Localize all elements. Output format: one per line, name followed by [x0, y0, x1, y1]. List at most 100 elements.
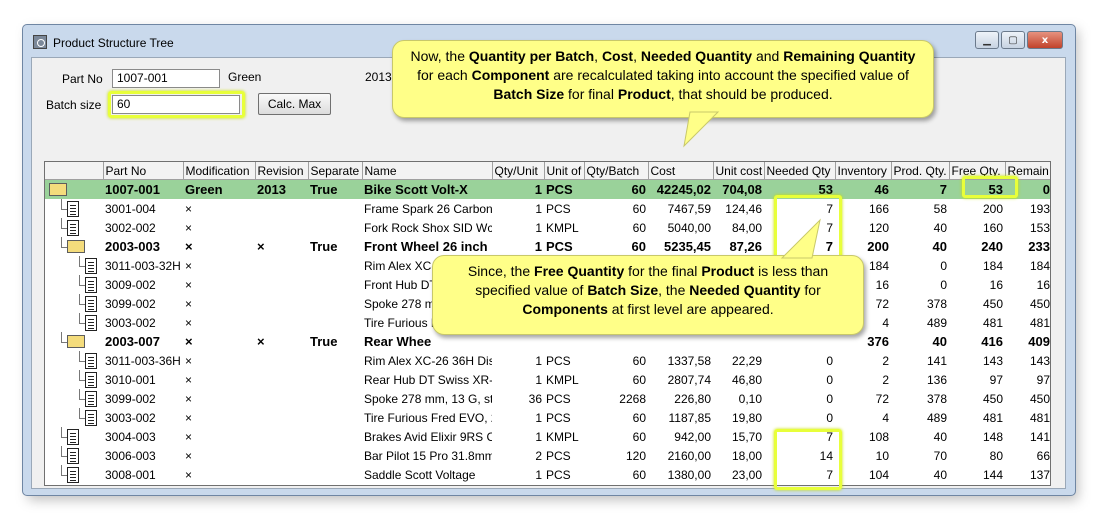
cell-unit-cost: 87,26: [729, 239, 762, 254]
tree-cell[interactable]: [45, 179, 103, 199]
document-icon[interactable]: [85, 277, 97, 293]
folder-icon[interactable]: [67, 240, 85, 253]
column-header-cost[interactable]: Cost: [648, 162, 714, 180]
tree-cell[interactable]: [45, 408, 103, 427]
calc-max-button[interactable]: Calc. Max: [258, 93, 331, 115]
tree-cell[interactable]: [45, 332, 103, 351]
column-header-revision[interactable]: Revision: [255, 162, 309, 180]
cell-separate: [308, 370, 362, 389]
cell-free-qty: 416: [981, 334, 1003, 349]
cell-modification: ×: [185, 429, 193, 444]
tree-line: [79, 408, 80, 418]
table-row[interactable]: 3006-003 × Bar Pilot 15 Pro 31.8mm 2 PCS 120 2…: [45, 446, 1050, 465]
document-icon[interactable]: [85, 353, 97, 369]
document-icon[interactable]: [67, 467, 79, 483]
cell-unit-cost: 84,00: [731, 220, 762, 235]
header-row: Part No Modification Revision Separate Name Q…: [45, 162, 1050, 180]
tree-cell[interactable]: [45, 389, 103, 408]
tree-cell[interactable]: [45, 465, 103, 484]
table-row[interactable]: 3003-002 × Tire Furious Fred EVO, 2 1 PCS 60 1…: [45, 408, 1050, 427]
cell-unit-cost: 0,10: [738, 391, 762, 406]
cell-remain: 409: [1028, 334, 1050, 349]
cell-unit-cost: 15,70: [731, 429, 762, 444]
cell-qty-unit: 1: [535, 429, 542, 444]
cell-free-qty: 16: [989, 277, 1003, 292]
close-button[interactable]: x: [1027, 31, 1063, 49]
column-header-qty-unit[interactable]: Qty/Unit: [492, 162, 545, 180]
tree-line: [79, 294, 80, 304]
cell-remain: 450: [1029, 391, 1050, 406]
cell-remain: 66: [1036, 448, 1050, 463]
cell-qty-unit: 1: [492, 179, 544, 199]
cell-free-qty: 481: [982, 315, 1003, 330]
document-icon[interactable]: [85, 391, 97, 407]
minimize-button[interactable]: ▁: [975, 31, 999, 49]
tree-cell[interactable]: [45, 351, 103, 370]
folder-icon[interactable]: [49, 183, 67, 196]
tree-line: [79, 351, 80, 361]
document-icon[interactable]: [85, 372, 97, 388]
table-row[interactable]: 1007-001 Green 2013 True Bike Scott Volt-X 1 P…: [45, 179, 1050, 199]
document-icon[interactable]: [85, 410, 97, 426]
cell-unit-of: KMPL: [546, 429, 579, 444]
table-row[interactable]: 3002-002 × Fork Rock Shox SID Wc 1 KMPL 60 504…: [45, 218, 1050, 237]
document-icon[interactable]: [67, 429, 79, 445]
needed-qty-highlight-bottom: [774, 429, 842, 490]
cell-prod-qty: 40: [932, 239, 947, 254]
cell-prod-qty: 378: [926, 296, 947, 311]
tree-cell[interactable]: [45, 256, 103, 275]
table-row[interactable]: 3008-001 × Saddle Scott Voltage 1 PCS 60 1380,…: [45, 465, 1050, 484]
tree-cell[interactable]: [45, 237, 103, 256]
cell-revision: [255, 256, 308, 275]
tree-cell[interactable]: [45, 370, 103, 389]
maximize-button[interactable]: ▢: [1001, 31, 1025, 49]
cell-qty-unit: 36: [528, 391, 542, 406]
cell-prod-qty: 7: [891, 179, 949, 199]
document-icon[interactable]: [85, 296, 97, 312]
cell-unit-cost: 18,00: [731, 448, 762, 463]
column-header-name[interactable]: Name: [362, 162, 493, 180]
cell-part-no: 3003-002: [105, 315, 156, 330]
document-icon[interactable]: [85, 315, 97, 331]
tree-column-header[interactable]: [45, 162, 104, 180]
tree-cell[interactable]: [45, 275, 103, 294]
column-header-modification[interactable]: Modification: [183, 162, 256, 180]
cell-inventory: 10: [875, 448, 889, 463]
column-header-part-no[interactable]: Part No: [103, 162, 184, 180]
tree-cell[interactable]: [45, 427, 103, 446]
table-row[interactable]: 3004-003 × Brakes Avid Elixir 9RS C. 1 KMPL 6…: [45, 427, 1050, 446]
tree-cell[interactable]: [45, 199, 103, 218]
table-row[interactable]: 2003-003 × × True Front Wheel 26 inch 1 PCS 60 5…: [45, 237, 1050, 256]
column-header-separate[interactable]: Separate: [308, 162, 363, 180]
column-header-unit-of[interactable]: Unit of: [544, 162, 585, 180]
column-header-unit-cost[interactable]: Unit cost: [713, 162, 765, 180]
table-row[interactable]: 3011-003-36H × Rim Alex XC-26 36H Disc 1 PCS…: [45, 351, 1050, 370]
tree-cell[interactable]: [45, 294, 103, 313]
cell-qty-batch: 60: [632, 467, 646, 482]
cell-unit-of: PCS: [546, 467, 571, 482]
folder-icon[interactable]: [67, 335, 85, 348]
cell-separate: [308, 389, 362, 408]
cell-qty-unit: 1: [534, 239, 542, 254]
tree-cell[interactable]: [45, 218, 103, 237]
column-header-needed-qty[interactable]: Needed Qty: [764, 162, 836, 180]
document-icon[interactable]: [67, 220, 79, 236]
cell-modification: ×: [185, 315, 193, 330]
document-icon[interactable]: [67, 201, 79, 217]
table-row[interactable]: 3010-001 × Rear Hub DT Swiss XR-I 1 KMPL 60 28…: [45, 370, 1050, 389]
cell-prod-qty: 58: [933, 201, 947, 216]
column-header-qty-batch[interactable]: Qty/Batch: [584, 162, 649, 180]
cell-name: Rear Hub DT Swiss XR-I: [364, 372, 492, 387]
part-no-field[interactable]: 1007-001: [112, 69, 220, 88]
tree-cell[interactable]: [45, 313, 103, 332]
table-row[interactable]: 3001-004 × Frame Spark 26 Carbon, 1 PCS 60 746…: [45, 199, 1050, 218]
cell-revision: [255, 199, 308, 218]
document-icon[interactable]: [67, 448, 79, 464]
document-icon[interactable]: [85, 258, 97, 274]
tree-cell[interactable]: [45, 446, 103, 465]
column-header-inventory[interactable]: Inventory: [835, 162, 892, 180]
column-header-prod-qty[interactable]: Prod. Qty.: [891, 162, 950, 180]
cell-needed-qty: 0: [826, 410, 833, 425]
table-row[interactable]: 3099-002 × Spoke 278 mm, 13 G, sta 36 PCS 226…: [45, 389, 1050, 408]
revision-value: 2013: [365, 70, 392, 84]
